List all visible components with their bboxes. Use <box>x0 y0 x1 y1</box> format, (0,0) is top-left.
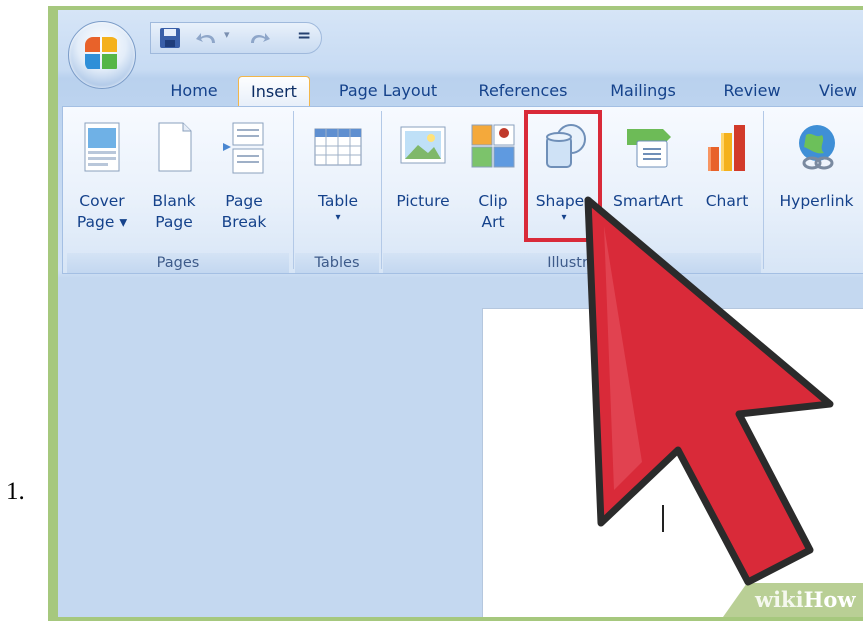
step-number: 1. <box>6 478 25 505</box>
shapes-highlight-box <box>524 110 602 242</box>
page-break-label-2: Break <box>221 213 267 231</box>
page-break-label: Page <box>225 192 263 210</box>
tab-insert[interactable]: Insert <box>238 76 310 108</box>
group-label-illustrations: Illustra <box>383 253 761 273</box>
picture-icon <box>400 126 446 164</box>
tab-review[interactable]: Review <box>716 76 788 106</box>
watermark-suffix: How <box>803 587 856 612</box>
cover-page-button[interactable]: Cover Page ▾ <box>67 107 137 247</box>
customize-toolbar-icon[interactable]: = <box>297 26 311 46</box>
clip-art-label-2: Art <box>481 213 505 231</box>
hyperlink-icon <box>798 125 835 170</box>
group-separator <box>293 111 294 269</box>
clip-art-label: Clip <box>478 192 508 210</box>
clip-art-button[interactable]: Clip Art <box>463 107 523 247</box>
office-logo-icon <box>85 37 119 71</box>
save-icon[interactable] <box>159 27 181 49</box>
smartart-button[interactable]: SmartArt <box>603 107 693 247</box>
wikihow-watermark: wikiHow <box>723 583 863 617</box>
tab-page-layout[interactable]: Page Layout <box>328 76 448 106</box>
clip-art-icon <box>471 124 515 168</box>
page-break-icon <box>223 122 264 174</box>
document-page[interactable] <box>482 308 863 617</box>
smartart-label: SmartArt <box>613 192 683 210</box>
blank-page-label: Blank <box>152 192 196 210</box>
table-dropdown-icon: ▾ <box>335 212 341 223</box>
smartart-icon <box>627 129 671 168</box>
picture-button[interactable]: Picture <box>385 107 461 247</box>
undo-icon[interactable] <box>195 27 221 49</box>
cover-page-label-2: Page ▾ <box>76 213 128 231</box>
cover-page-label: Cover <box>79 192 125 210</box>
text-cursor <box>662 505 664 532</box>
undo-dropdown-icon[interactable]: ▾ <box>224 28 230 41</box>
ribbon-tabs: Home Insert Page Layout References Maili… <box>58 76 863 108</box>
hyperlink-label: Hyperlink <box>779 192 854 210</box>
word-window: ▾ = Home Insert Page Layout References M… <box>58 10 863 617</box>
redo-icon[interactable] <box>245 27 271 49</box>
table-button[interactable]: Table ▾ <box>299 107 377 247</box>
chart-button[interactable]: Chart <box>695 107 759 247</box>
tab-home[interactable]: Home <box>166 76 222 106</box>
screenshot-frame: ▾ = Home Insert Page Layout References M… <box>48 6 863 621</box>
table-label: Table <box>317 192 359 210</box>
watermark-prefix: wiki <box>755 587 804 612</box>
blank-page-label-2: Page <box>155 213 193 231</box>
group-separator <box>381 111 382 269</box>
tab-references[interactable]: References <box>468 76 578 106</box>
cover-page-icon <box>84 122 120 172</box>
group-label-pages: Pages <box>67 253 289 273</box>
tab-mailings[interactable]: Mailings <box>598 76 688 106</box>
table-icon <box>314 128 362 166</box>
quick-access-toolbar: ▾ = <box>150 22 322 54</box>
ribbon: Cover Page ▾ Blank Page Page Break Pages… <box>62 106 863 274</box>
hyperlink-button[interactable]: Hyperlink <box>769 107 863 247</box>
group-label-tables: Tables <box>295 253 379 273</box>
picture-label: Picture <box>396 192 450 210</box>
tab-view[interactable]: View <box>808 76 863 106</box>
blank-page-button[interactable]: Blank Page <box>141 107 207 247</box>
group-separator <box>763 111 764 269</box>
page-break-button[interactable]: Page Break <box>209 107 279 247</box>
chart-label: Chart <box>705 192 749 210</box>
blank-page-icon <box>158 122 192 172</box>
chart-icon <box>708 125 745 171</box>
